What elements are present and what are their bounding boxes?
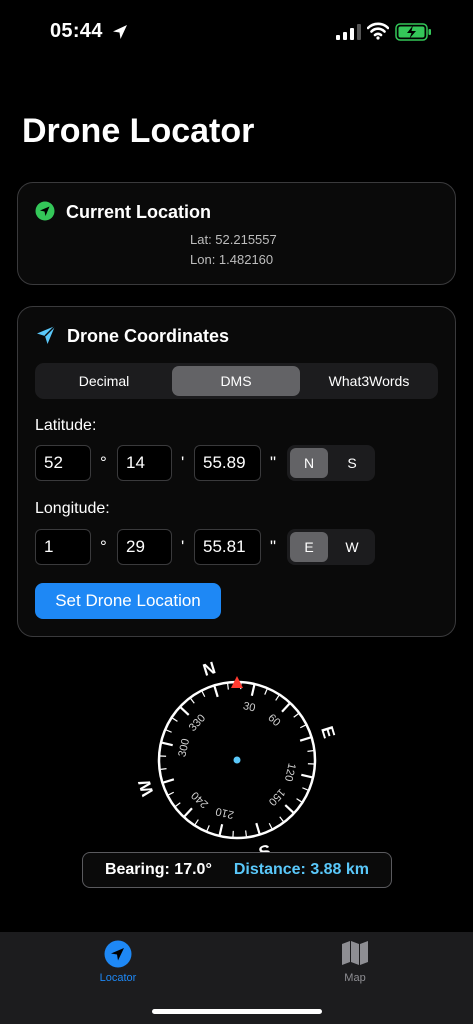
compass-tick bbox=[301, 773, 313, 779]
compass-tick bbox=[183, 807, 193, 818]
compass-tick bbox=[218, 824, 224, 836]
current-location-heading: Current Location bbox=[66, 202, 212, 222]
location-arrow-icon bbox=[35, 201, 55, 221]
tab-map[interactable]: Map bbox=[325, 938, 385, 990]
battery-charging-icon bbox=[395, 23, 431, 41]
map-icon bbox=[342, 941, 368, 965]
paper-plane-icon bbox=[37, 325, 56, 344]
status-time: 05:44 bbox=[50, 20, 103, 42]
compass-tick bbox=[201, 691, 206, 698]
distance-readout: Distance: 3.88 km bbox=[233, 861, 370, 878]
user-position-dot bbox=[233, 756, 241, 764]
latitude-degrees-input[interactable] bbox=[35, 445, 91, 481]
compass-degree-label: 240 bbox=[189, 789, 211, 810]
compass-tick bbox=[250, 684, 256, 696]
latitude-second-symbol: " bbox=[270, 453, 277, 472]
coordinate-format-segmented-control: Decimal DMS What3Words bbox=[35, 363, 438, 399]
set-drone-location-button[interactable]: Set Drone Location bbox=[35, 583, 221, 619]
bearing-distance-panel: Bearing: 17.0° Distance: 3.88 km bbox=[82, 852, 392, 888]
compass-tick bbox=[172, 717, 178, 722]
longitude-minutes-input[interactable] bbox=[117, 529, 172, 565]
compass-tick bbox=[206, 825, 210, 832]
drone-coordinates-heading: Drone Coordinates bbox=[67, 326, 230, 346]
compass-tick bbox=[307, 750, 314, 752]
wifi-icon bbox=[367, 22, 389, 40]
compass-tick bbox=[264, 688, 268, 695]
compass-degree-label: 300 bbox=[176, 738, 192, 759]
compass-degree-label: 30 bbox=[242, 700, 257, 714]
current-longitude: Lon: 1.482160 bbox=[190, 252, 274, 267]
compass-degree-label: 210 bbox=[215, 805, 236, 821]
latitude-degree-symbol: ° bbox=[100, 453, 107, 472]
longitude-minute-symbol: ' bbox=[181, 537, 185, 556]
compass-tick bbox=[245, 830, 247, 837]
compass-cardinal-n: N bbox=[201, 658, 218, 680]
compass-degree-label: 330 bbox=[187, 712, 208, 734]
longitude-degree-symbol: ° bbox=[100, 537, 107, 556]
compass-tick bbox=[227, 683, 229, 690]
tab-dms[interactable]: DMS bbox=[172, 366, 300, 396]
compass-tick bbox=[168, 791, 175, 796]
hemisphere-e-option[interactable]: E bbox=[290, 532, 328, 562]
tab-what3words[interactable]: What3Words bbox=[303, 366, 435, 396]
cellular-signal-icon bbox=[336, 24, 361, 40]
compass-tick bbox=[302, 787, 309, 791]
compass-cardinal-e: E bbox=[317, 724, 338, 740]
compass-tick bbox=[299, 736, 311, 742]
location-services-icon bbox=[113, 25, 127, 39]
longitude-seconds-input[interactable] bbox=[194, 529, 261, 565]
compass-tick bbox=[161, 741, 173, 747]
longitude-hemisphere-picker: E W bbox=[287, 529, 375, 565]
latitude-minutes-input[interactable] bbox=[117, 445, 172, 481]
compass-tick bbox=[163, 778, 175, 784]
home-indicator bbox=[152, 1009, 322, 1014]
compass-tick bbox=[268, 822, 273, 829]
compass-tick bbox=[213, 686, 219, 698]
current-latitude: Lat: 52.215557 bbox=[190, 232, 277, 247]
compass-tick bbox=[165, 729, 172, 733]
tab-map-label: Map bbox=[344, 972, 366, 984]
hemisphere-w-option[interactable]: W bbox=[333, 532, 371, 562]
compass-degree-label: 120 bbox=[282, 762, 298, 783]
compass-tick bbox=[175, 802, 181, 807]
longitude-label: Longitude: bbox=[35, 500, 110, 517]
compass-tick bbox=[299, 724, 306, 729]
compass-dial: 3060120150210240300330NESW bbox=[134, 658, 338, 861]
compass-tick bbox=[284, 804, 295, 814]
tab-locator-label: Locator bbox=[99, 972, 137, 984]
latitude-hemisphere-picker: N S bbox=[287, 445, 375, 481]
compass-degree-label: 60 bbox=[265, 712, 282, 729]
bearing-readout: Bearing: 17.0° bbox=[104, 861, 212, 878]
compass-tick bbox=[190, 698, 195, 704]
compass-tick bbox=[194, 819, 199, 825]
compass-tick bbox=[179, 706, 190, 716]
compass-tick bbox=[160, 768, 167, 770]
compass-cardinal-w: W bbox=[134, 776, 157, 798]
tab-decimal[interactable]: Decimal bbox=[38, 366, 170, 396]
latitude-seconds-input[interactable] bbox=[194, 445, 261, 481]
page-title: Drone Locator bbox=[22, 112, 255, 150]
compass-tick bbox=[296, 798, 302, 803]
latitude-label: Latitude: bbox=[35, 417, 97, 434]
latitude-minute-symbol: ' bbox=[181, 453, 185, 472]
location-arrow-icon bbox=[104, 940, 132, 968]
compass-tick bbox=[281, 702, 291, 713]
hemisphere-n-option[interactable]: N bbox=[290, 448, 328, 478]
hemisphere-s-option[interactable]: S bbox=[333, 448, 371, 478]
tab-locator[interactable]: Locator bbox=[88, 938, 148, 990]
compass-degree-label: 150 bbox=[266, 786, 287, 808]
compass-tick bbox=[275, 695, 280, 701]
compass-tick bbox=[255, 822, 261, 834]
longitude-second-symbol: " bbox=[270, 537, 277, 556]
longitude-degrees-input[interactable] bbox=[35, 529, 91, 565]
compass-tick bbox=[279, 816, 284, 822]
compass-tick bbox=[293, 713, 299, 718]
